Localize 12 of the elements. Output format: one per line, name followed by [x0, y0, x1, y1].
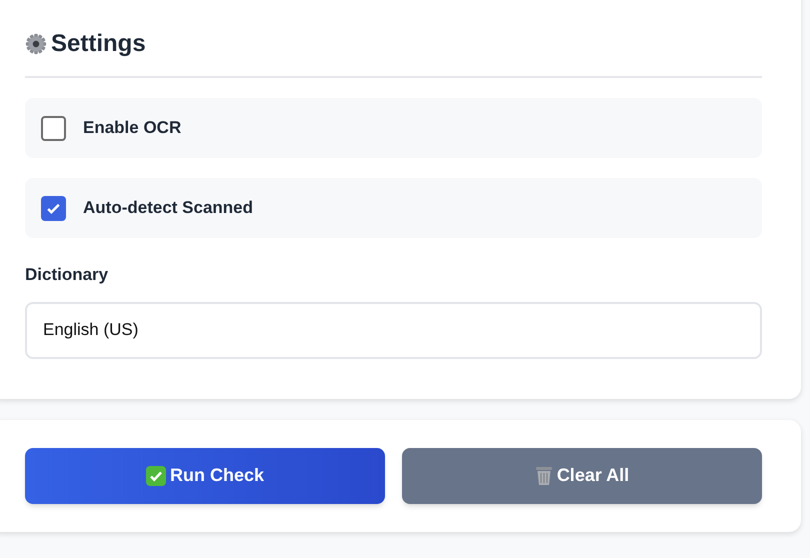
option-label: Enable OCR — [83, 117, 182, 140]
trash-icon — [534, 466, 553, 486]
option-label: Auto-detect Scanned — [83, 197, 254, 220]
run-check-button[interactable]: Run Check — [25, 448, 385, 504]
dictionary-label: Dictionary — [25, 264, 110, 286]
clear-all-button[interactable]: Clear All — [402, 448, 762, 504]
gear-icon — [25, 33, 47, 55]
checkbox[interactable] — [41, 116, 66, 140]
dictionary-select[interactable]: English (US) — [25, 302, 762, 358]
settings-title: Settings — [51, 29, 146, 59]
checkbox[interactable] — [41, 196, 66, 220]
check-mark-icon — [146, 466, 166, 486]
